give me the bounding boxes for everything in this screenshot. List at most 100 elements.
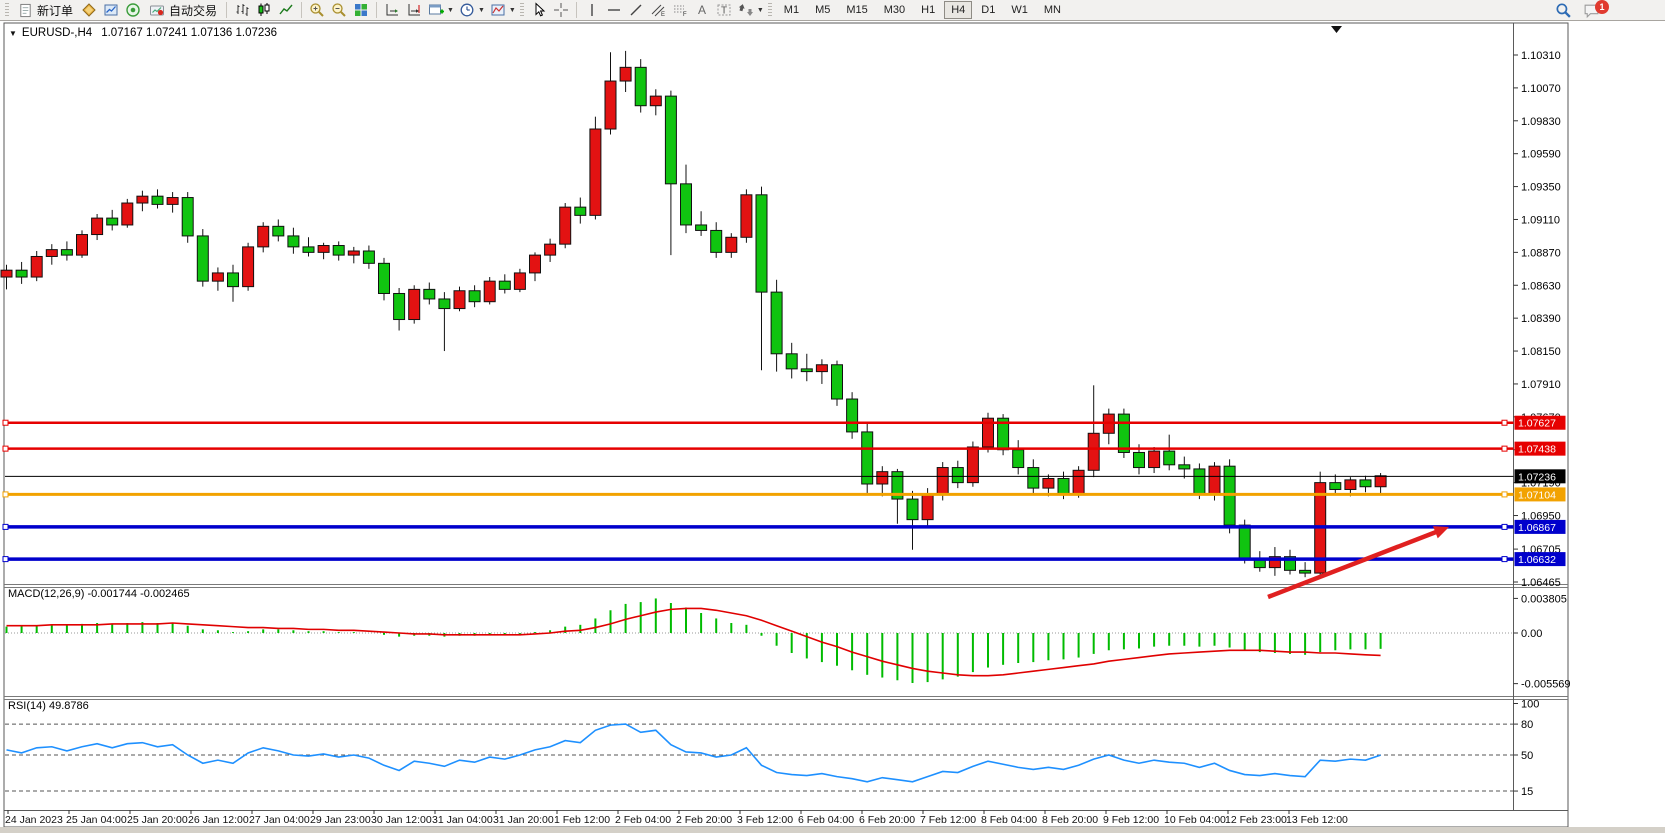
navigator-icon: [125, 2, 141, 18]
line-chart-mode-button[interactable]: [275, 0, 297, 21]
svg-text:1.07438: 1.07438: [1518, 444, 1556, 456]
indicators-dropdown-icon[interactable]: ▼: [509, 7, 516, 14]
templates-button[interactable]: [78, 0, 100, 21]
timeframe-button-M30[interactable]: M30: [877, 1, 912, 19]
timeframe-button-H4[interactable]: H4: [944, 1, 972, 19]
toolbar-grip[interactable]: [520, 3, 524, 18]
rsi-label: RSI(14) 49.8786: [8, 700, 89, 712]
tile-windows-button[interactable]: [350, 0, 372, 21]
text-tool-button[interactable]: A: [691, 0, 713, 21]
line-handle[interactable]: [3, 446, 8, 451]
toolbar-grip[interactable]: [5, 3, 9, 18]
toolbar-grip[interactable]: [768, 3, 772, 18]
zoom-out-button[interactable]: [328, 0, 350, 21]
autotrade-button[interactable]: 自动交易: [144, 1, 222, 20]
svg-text:50: 50: [1521, 750, 1533, 762]
chart-shift-button[interactable]: [403, 0, 425, 21]
timeframe-button-M1[interactable]: M1: [777, 1, 806, 19]
line-handle[interactable]: [3, 420, 8, 425]
indicators-button[interactable]: [487, 0, 509, 21]
chart-window-frame: [4, 23, 1568, 827]
svg-text:25 Jan 20:00: 25 Jan 20:00: [127, 814, 188, 826]
timeframe-button-D1[interactable]: D1: [974, 1, 1002, 19]
crosshair-tool-button[interactable]: [550, 0, 572, 21]
svg-text:1.06867: 1.06867: [1518, 522, 1556, 534]
market-watch-button[interactable]: [100, 0, 122, 21]
horizontal-line-icon: [606, 2, 622, 18]
timeframe-button-MN[interactable]: MN: [1037, 1, 1068, 19]
autotrade-label: 自动交易: [169, 2, 217, 19]
line-handle[interactable]: [3, 492, 8, 497]
symbol-dropdown-icon[interactable]: ▼: [9, 29, 17, 38]
svg-text:29 Jan 23:00: 29 Jan 23:00: [310, 814, 371, 826]
new-order-label: 新订单: [37, 2, 73, 19]
svg-text:1.07627: 1.07627: [1518, 418, 1556, 430]
svg-text:2 Feb 20:00: 2 Feb 20:00: [676, 814, 732, 826]
arrows-dropdown-icon[interactable]: ▼: [757, 7, 764, 14]
line-handle[interactable]: [3, 557, 8, 562]
svg-text:7 Feb 12:00: 7 Feb 12:00: [920, 814, 976, 826]
zoom-out-icon: [331, 2, 347, 18]
macd-label: MACD(12,26,9) -0.001744 -0.002465: [8, 588, 190, 600]
trendline-tool-button[interactable]: [625, 0, 647, 21]
period-dropdown-icon[interactable]: ▼: [478, 7, 485, 14]
svg-text:1.06632: 1.06632: [1518, 554, 1556, 566]
equidistant-channel-icon: E: [650, 2, 666, 18]
timeframe-button-W1[interactable]: W1: [1004, 1, 1035, 19]
svg-text:A: A: [698, 3, 706, 17]
trendline-icon: [628, 2, 644, 18]
svg-text:9 Feb 12:00: 9 Feb 12:00: [1103, 814, 1159, 826]
line-handle[interactable]: [1502, 492, 1507, 497]
cursor-tool-button[interactable]: [528, 0, 550, 21]
line-handle[interactable]: [1502, 524, 1507, 529]
period-button[interactable]: [456, 0, 478, 21]
new-chart-icon: [428, 2, 444, 18]
fibonacci-icon: F: [672, 2, 688, 18]
line-handle[interactable]: [1502, 420, 1507, 425]
svg-text:31 Jan 20:00: 31 Jan 20:00: [493, 814, 554, 826]
search-button[interactable]: [1552, 0, 1574, 21]
channel-tool-button[interactable]: E: [647, 0, 669, 21]
new-chart-dropdown-icon[interactable]: ▼: [447, 7, 454, 14]
search-icon: [1555, 2, 1572, 19]
line-chart-icon: [278, 2, 294, 18]
text-label-tool-button[interactable]: T: [713, 0, 735, 21]
new-order-button[interactable]: 新订单: [13, 1, 78, 20]
svg-text:8 Feb 20:00: 8 Feb 20:00: [1042, 814, 1098, 826]
svg-text:25 Jan 04:00: 25 Jan 04:00: [66, 814, 127, 826]
line-handle[interactable]: [1502, 446, 1507, 451]
navigator-button[interactable]: [122, 0, 144, 21]
candlestick-mode-button[interactable]: [253, 0, 275, 21]
chart-ohlc-quotes: 1.07167 1.07241 1.07136 1.07236: [101, 27, 277, 39]
svg-text:27 Jan 04:00: 27 Jan 04:00: [249, 814, 310, 826]
horizontal-line-tool-button[interactable]: [603, 0, 625, 21]
svg-text:1.09590: 1.09590: [1521, 149, 1561, 161]
svg-text:80: 80: [1521, 719, 1533, 731]
toolbar-separator: [576, 2, 577, 18]
auto-scroll-button[interactable]: [381, 0, 403, 21]
new-chart-button[interactable]: [425, 0, 447, 21]
timeframe-button-H1[interactable]: H1: [914, 1, 942, 19]
notifications-button[interactable]: 1: [1580, 1, 1602, 20]
svg-text:1.10310: 1.10310: [1521, 50, 1561, 62]
svg-text:1.08630: 1.08630: [1521, 280, 1561, 292]
timeframe-button-M5[interactable]: M5: [808, 1, 837, 19]
notification-badge[interactable]: 1: [1595, 0, 1609, 14]
vertical-line-tool-button[interactable]: [581, 0, 603, 21]
text-icon: A: [694, 2, 710, 18]
svg-text:6 Feb 04:00: 6 Feb 04:00: [798, 814, 854, 826]
toolbar-separator: [376, 2, 377, 18]
line-handle[interactable]: [1502, 557, 1507, 562]
timeframe-button-M15[interactable]: M15: [839, 1, 874, 19]
indicators-icon: [490, 2, 506, 18]
bar-chart-mode-button[interactable]: [231, 0, 253, 21]
fibonacci-tool-button[interactable]: F: [669, 0, 691, 21]
arrows-tool-button[interactable]: [735, 0, 757, 21]
svg-text:13 Feb 12:00: 13 Feb 12:00: [1286, 814, 1348, 826]
zoom-in-icon: [309, 2, 325, 18]
chart-symbol-period: EURUSD-,H4: [22, 27, 92, 39]
template-gold-icon: [81, 2, 97, 18]
svg-text:24 Jan 2023: 24 Jan 2023: [5, 814, 63, 826]
line-handle[interactable]: [3, 524, 8, 529]
zoom-in-button[interactable]: [306, 0, 328, 21]
